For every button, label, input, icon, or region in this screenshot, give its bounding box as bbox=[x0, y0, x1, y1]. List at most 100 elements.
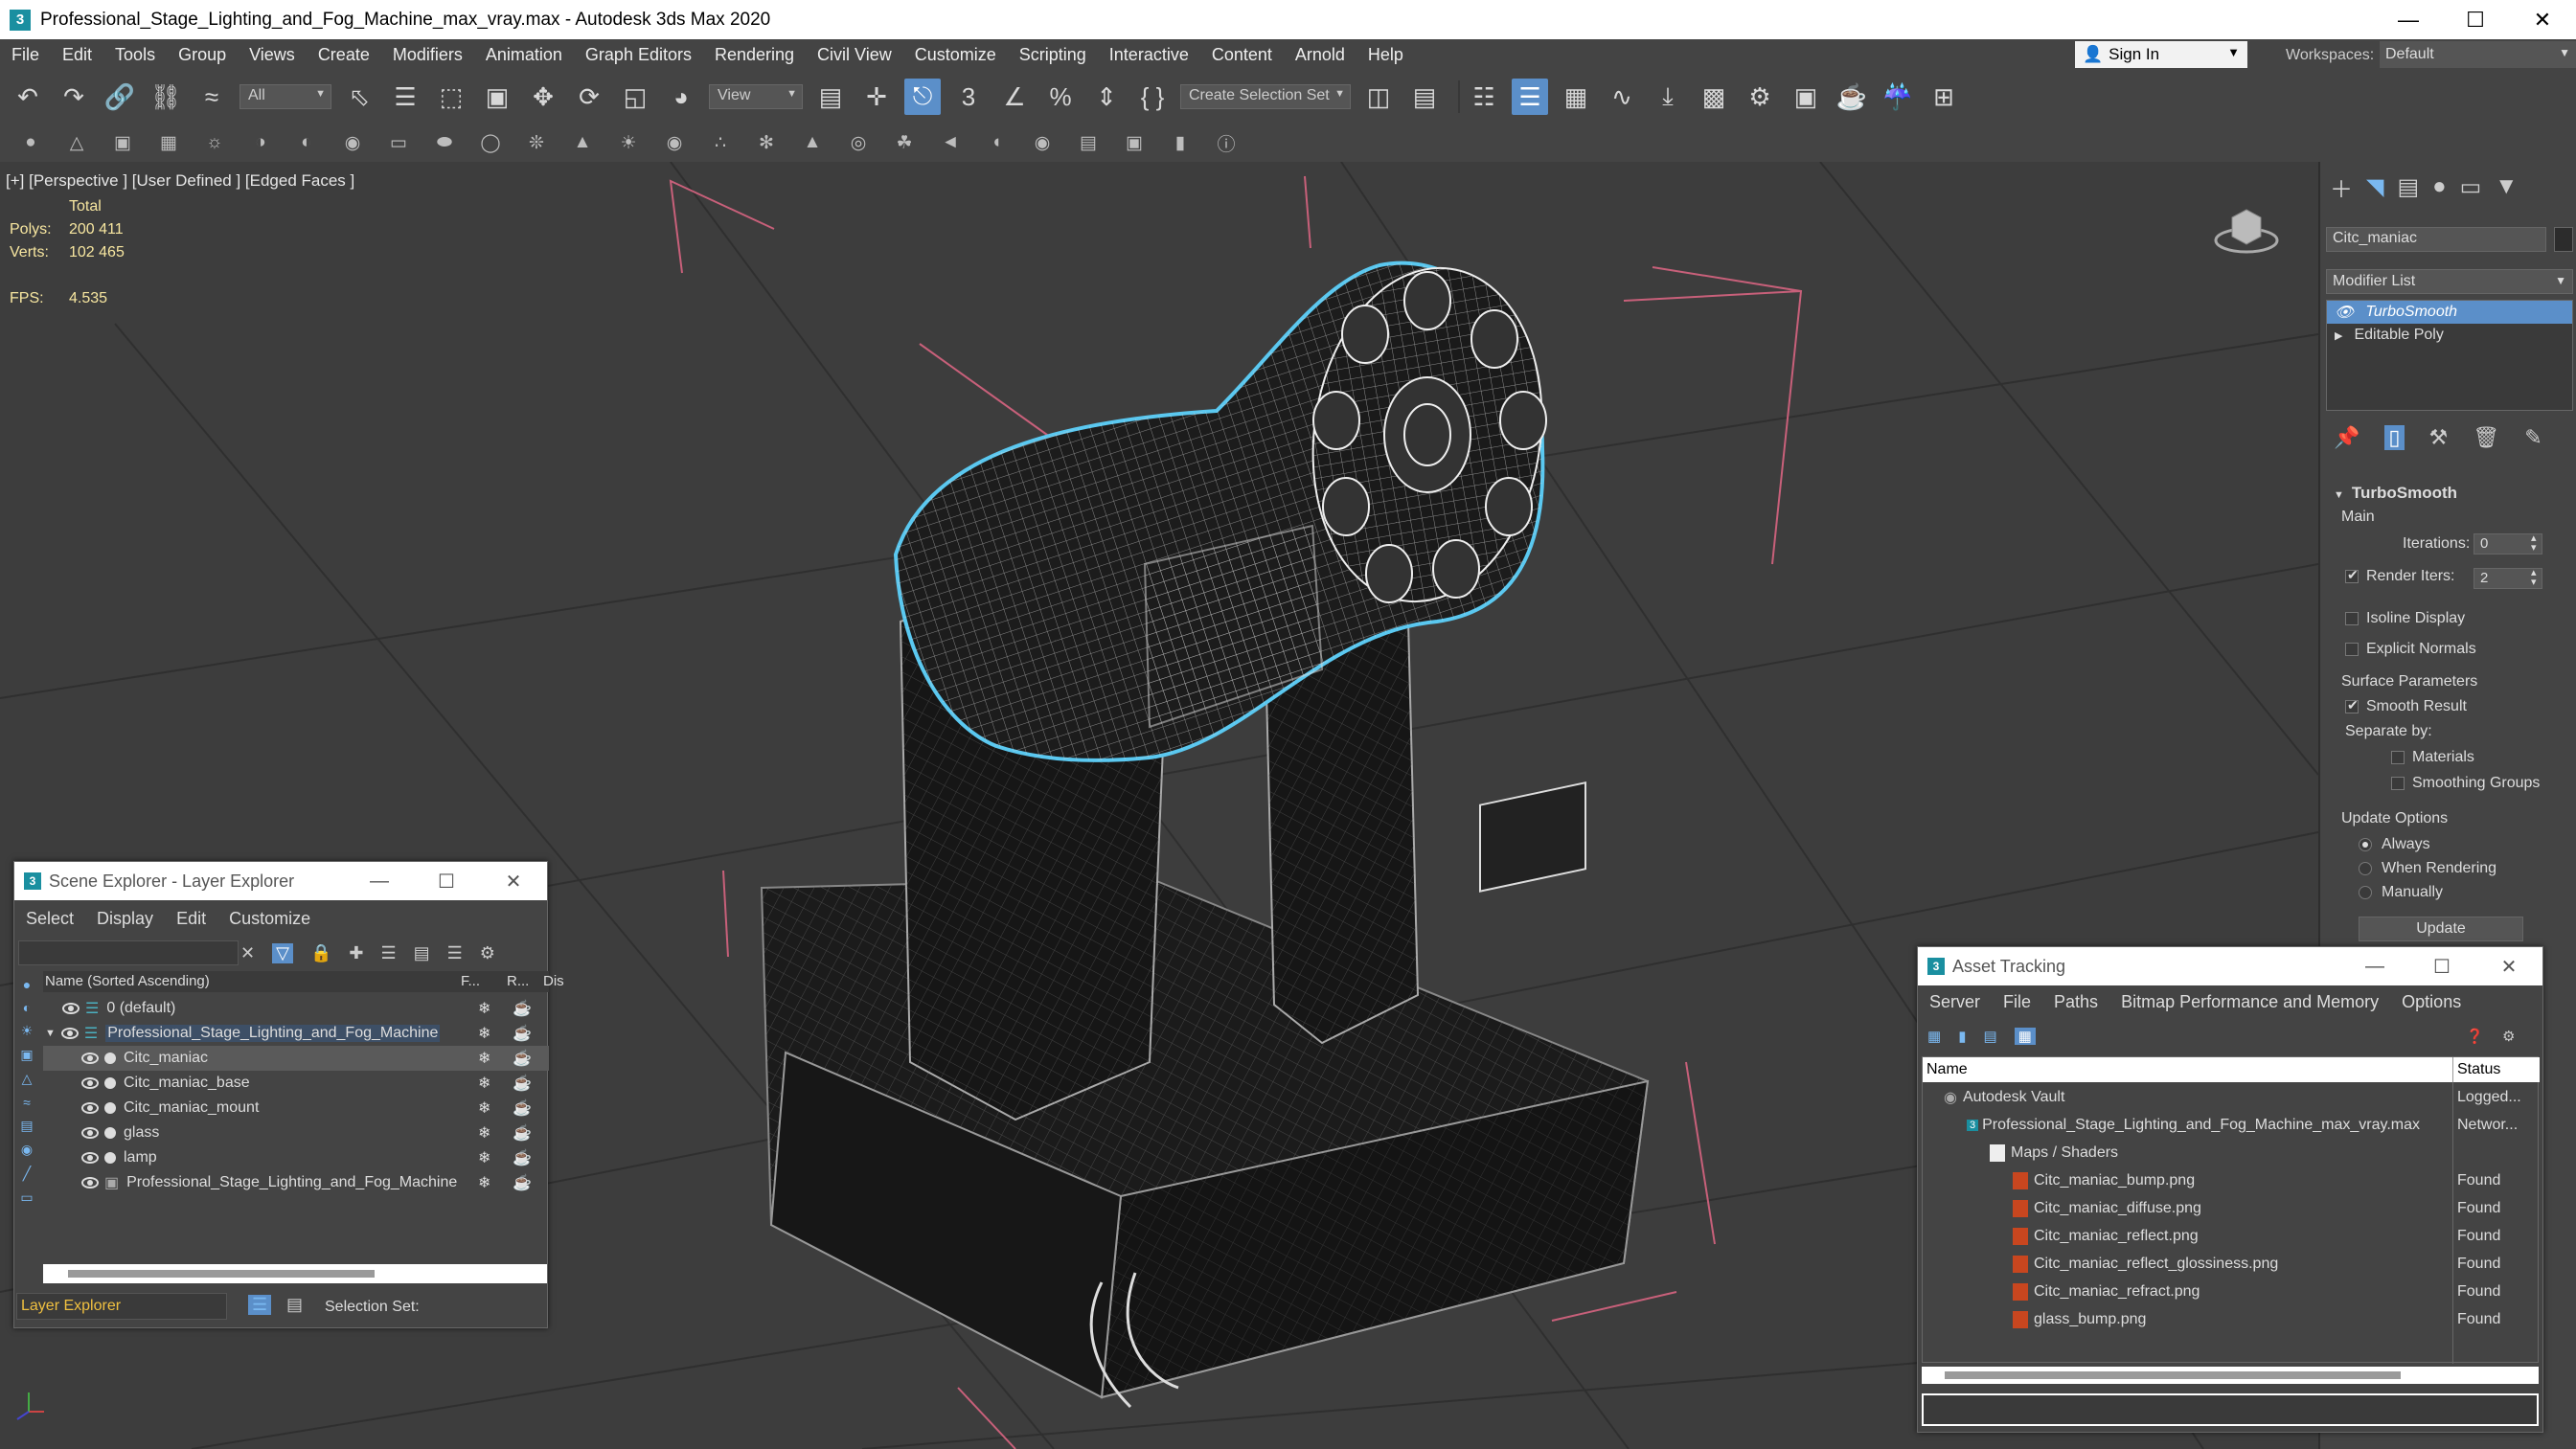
menu-create[interactable]: Create bbox=[307, 45, 381, 65]
layer-row-professional-stage-lighting[interactable]: ▼ ☰ Professional_Stage_Lighting_and_Fog_… bbox=[43, 1021, 549, 1046]
object-row-citc-maniac-base[interactable]: Citc_maniac_base ❄ ☕ bbox=[43, 1071, 549, 1096]
select-by-name-icon[interactable]: ☰ bbox=[387, 79, 423, 115]
update-button[interactable]: Update bbox=[2359, 917, 2523, 941]
scrollbar-thumb[interactable] bbox=[68, 1270, 375, 1278]
menu-select[interactable]: Select bbox=[14, 909, 85, 929]
layers-icon[interactable]: ☰ bbox=[380, 943, 396, 963]
add-layer-icon[interactable]: ✚ bbox=[349, 943, 363, 963]
xrefs-filter-icon[interactable]: ◉ bbox=[21, 1142, 33, 1158]
shapes-filter-icon[interactable]: ◐ bbox=[23, 1000, 31, 1015]
scrollbar-thumb[interactable] bbox=[1945, 1371, 2401, 1379]
menu-interactive[interactable]: Interactive bbox=[1098, 45, 1200, 65]
percent-snap-icon[interactable]: % bbox=[1042, 79, 1079, 115]
undo-icon[interactable]: ↶ bbox=[10, 79, 46, 115]
edit-named-selection-icon[interactable]: { } bbox=[1134, 79, 1171, 115]
minimize-button[interactable]: — bbox=[346, 862, 413, 900]
render-iterative-icon[interactable]: ☔ bbox=[1880, 79, 1916, 115]
freeze-icon[interactable]: ❄ bbox=[478, 1074, 490, 1093]
render-production-icon[interactable]: ☕ bbox=[1834, 79, 1870, 115]
object-row-citc-maniac-mount[interactable]: Citc_maniac_mount ❄ ☕ bbox=[43, 1096, 549, 1121]
menu-file[interactable]: File bbox=[1992, 992, 2042, 1012]
reference-coordinate-dropdown[interactable]: View ▼ bbox=[709, 84, 803, 109]
sun-light-icon[interactable]: ☀ bbox=[617, 131, 640, 154]
cone-icon[interactable]: ▲ bbox=[571, 131, 594, 154]
angle-snap-icon[interactable]: ∠ bbox=[996, 79, 1033, 115]
menu-bitmap-performance[interactable]: Bitmap Performance and Memory bbox=[2109, 992, 2390, 1012]
curve-editor-icon[interactable]: ∿ bbox=[1604, 79, 1640, 115]
menu-display[interactable]: Display bbox=[85, 909, 165, 929]
teapot-icon[interactable]: ● bbox=[19, 131, 42, 154]
select-object-icon[interactable]: ⬁ bbox=[341, 79, 377, 115]
render-icon[interactable]: ▦ bbox=[157, 131, 180, 154]
pin-stack-icon[interactable]: 📌 bbox=[2334, 425, 2359, 450]
col-name-header[interactable]: Name (Sorted Ascending) bbox=[45, 973, 210, 989]
menu-animation[interactable]: Animation bbox=[474, 45, 574, 65]
menu-help[interactable]: Help bbox=[1356, 45, 1415, 65]
unlink-icon[interactable]: ⛓ bbox=[148, 79, 184, 115]
checkbox-unchecked[interactable] bbox=[2345, 643, 2359, 656]
named-selection-dropdown[interactable]: Create Selection Set ▼ bbox=[1180, 84, 1351, 109]
scatter-icon[interactable]: ✻ bbox=[755, 131, 778, 154]
align-icon[interactable]: ▤ bbox=[1406, 79, 1443, 115]
maximize-button[interactable]: ☐ bbox=[2408, 947, 2475, 985]
window-crossing-icon[interactable]: ▣ bbox=[479, 79, 515, 115]
menu-arnold[interactable]: Arnold bbox=[1284, 45, 1356, 65]
dome-light-icon[interactable]: ◐ bbox=[295, 131, 318, 154]
bind-space-warp-icon[interactable]: ≈ bbox=[194, 79, 230, 115]
asset-row-bump[interactable]: Citc_maniac_bump.png Found bbox=[1923, 1168, 2540, 1193]
vray-toolbar-icon[interactable]: ⊞ bbox=[1926, 79, 1962, 115]
proxy-icon[interactable]: ◉ bbox=[341, 131, 364, 154]
stack-item-turbosmooth[interactable]: 👁 TurboSmooth bbox=[2327, 301, 2572, 324]
redo-icon[interactable]: ↷ bbox=[56, 79, 92, 115]
hierarchy-tab-icon[interactable]: ▤ bbox=[2397, 173, 2419, 201]
configure-modifier-sets-icon[interactable]: ✎ bbox=[2524, 425, 2542, 450]
spacewarps-filter-icon[interactable]: ≈ bbox=[23, 1095, 31, 1110]
object-name-field[interactable]: Citc_maniac bbox=[2326, 227, 2546, 252]
col-r-header[interactable]: R... bbox=[507, 973, 529, 989]
object-row-lamp[interactable]: lamp ❄ ☕ bbox=[43, 1145, 549, 1170]
sphere-icon[interactable]: ◯ bbox=[479, 131, 502, 154]
scene-explorer-icon[interactable]: ▤ bbox=[286, 1295, 303, 1315]
manually-radio[interactable]: Manually bbox=[2359, 884, 2443, 901]
frame-buffer-icon[interactable]: ▣ bbox=[111, 131, 134, 154]
asset-row-diffuse[interactable]: Citc_maniac_diffuse.png Found bbox=[1923, 1196, 2540, 1221]
workspace-dropdown[interactable]: Default ▼ bbox=[2380, 41, 2576, 68]
visibility-icon[interactable] bbox=[81, 1102, 99, 1114]
asset-row-reflect[interactable]: Citc_maniac_reflect.png Found bbox=[1923, 1224, 2540, 1249]
col-f-header[interactable]: F... bbox=[461, 973, 480, 989]
menu-file[interactable]: File bbox=[0, 45, 51, 65]
clear-search-icon[interactable]: ✕ bbox=[240, 943, 255, 963]
menu-customize[interactable]: Customize bbox=[903, 45, 1008, 65]
ies-light-icon[interactable]: ◉ bbox=[663, 131, 686, 154]
freeze-icon[interactable]: ❄ bbox=[478, 999, 490, 1018]
menu-views[interactable]: Views bbox=[238, 45, 307, 65]
rendered-frame-window-icon[interactable]: ▣ bbox=[1788, 79, 1824, 115]
asset-row-reflect-glossiness[interactable]: Citc_maniac_reflect_glossiness.png Found bbox=[1923, 1252, 2540, 1277]
checkbox-unchecked[interactable] bbox=[2391, 777, 2405, 790]
explicit-normals-checkbox[interactable]: Explicit Normals bbox=[2345, 641, 2476, 658]
render-teapot-icon[interactable]: ☕ bbox=[513, 1024, 532, 1043]
layer-row-default[interactable]: ☰ 0 (default) ❄ ☕ bbox=[43, 996, 549, 1021]
asset-row-glass-bump[interactable]: glass_bump.png Found bbox=[1923, 1307, 2540, 1332]
render-iters-spinner[interactable]: 2 bbox=[2473, 568, 2542, 589]
menu-civil-view[interactable]: Civil View bbox=[806, 45, 903, 65]
rectangular-selection-icon[interactable]: ⬚ bbox=[433, 79, 469, 115]
materials-checkbox[interactable]: Materials bbox=[2391, 749, 2474, 766]
menu-paths[interactable]: Paths bbox=[2042, 992, 2109, 1012]
scale-icon[interactable]: ◱ bbox=[617, 79, 653, 115]
fur-icon[interactable]: ❊ bbox=[525, 131, 548, 154]
show-end-result-icon[interactable]: ▯ bbox=[2384, 425, 2405, 450]
toggle-ribbon-icon[interactable]: ▦ bbox=[1558, 79, 1594, 115]
lock-icon[interactable]: 🔒 bbox=[310, 943, 331, 963]
col-dis-header[interactable]: Dis bbox=[543, 973, 564, 989]
checkbox-unchecked[interactable] bbox=[2345, 612, 2359, 625]
remove-modifier-icon[interactable]: 🗑 bbox=[2473, 425, 2499, 450]
close-button[interactable]: ✕ bbox=[480, 862, 547, 900]
object-row-group[interactable]: ▣ Professional_Stage_Lighting_and_Fog_Ma… bbox=[43, 1170, 549, 1195]
groups-filter-icon[interactable]: ▤ bbox=[20, 1118, 33, 1134]
clipper-icon[interactable]: ◖ bbox=[985, 131, 1008, 154]
table-view-icon[interactable]: ▦ bbox=[2014, 1028, 2036, 1045]
close-button[interactable]: ✕ bbox=[2475, 947, 2542, 985]
menu-graph-editors[interactable]: Graph Editors bbox=[574, 45, 703, 65]
turbosmooth-rollout-header[interactable]: ▼ TurboSmooth bbox=[2334, 484, 2457, 503]
